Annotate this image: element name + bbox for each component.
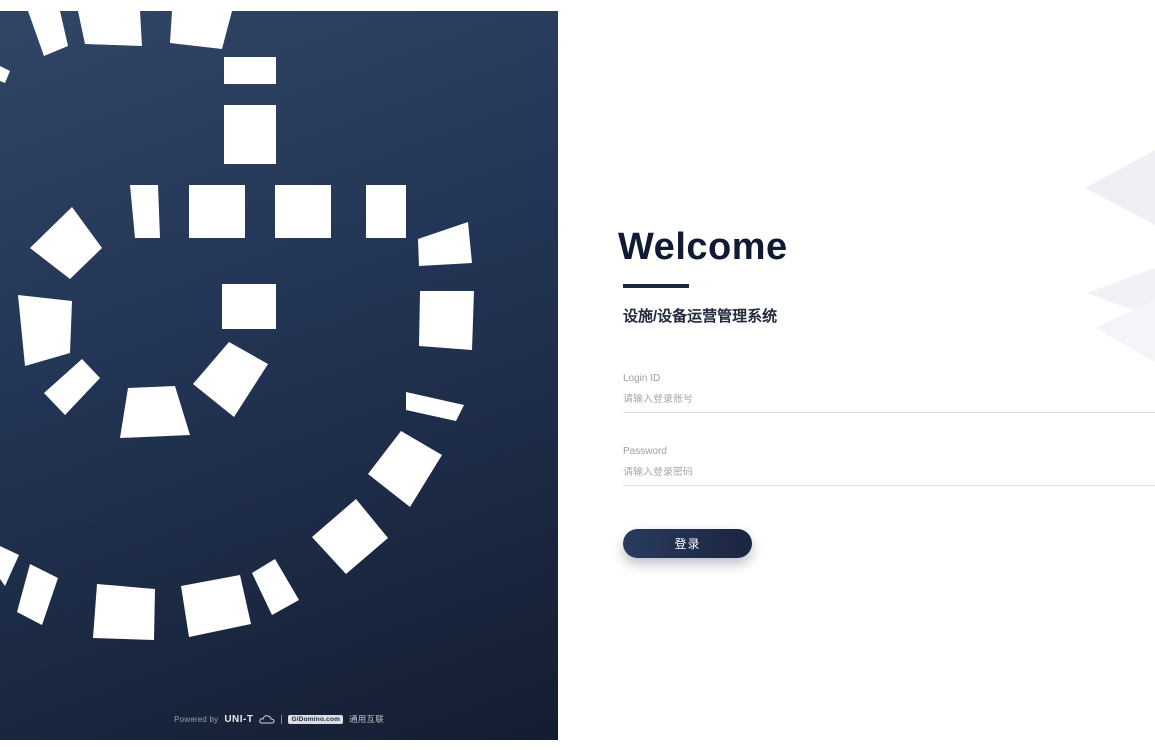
login-id-input[interactable] — [623, 394, 1155, 413]
title-underline — [623, 284, 689, 288]
brand-panel: Powered by UNI-T GiDomino.com 通用互联 — [0, 11, 558, 740]
powered-by-label: Powered by — [174, 714, 219, 724]
cloud-icon — [259, 714, 275, 724]
system-subtitle: 设施/设备运营管理系统 — [623, 308, 778, 325]
brand-logo-artwork — [0, 11, 474, 640]
powered-by-footer: Powered by UNI-T GiDomino.com 通用互联 — [0, 713, 558, 725]
login-id-field: Login ID — [623, 373, 1155, 413]
login-form: Welcome 设施/设备运营管理系统 Login ID Password 登录 — [618, 0, 1155, 750]
password-label: Password — [623, 446, 667, 457]
password-field: Password — [623, 446, 1155, 486]
welcome-title: Welcome — [618, 226, 788, 268]
login-page: Powered by UNI-T GiDomino.com 通用互联 Welco… — [0, 0, 1155, 750]
domain-badge: GiDomino.com — [288, 714, 344, 724]
footer-divider — [281, 714, 283, 724]
uni-t-logo: UNI-T — [224, 713, 254, 725]
password-input[interactable] — [623, 467, 1155, 486]
login-id-label: Login ID — [623, 373, 661, 384]
login-button[interactable]: 登录 — [623, 529, 752, 558]
partner-name: 通用互联 — [349, 714, 384, 724]
